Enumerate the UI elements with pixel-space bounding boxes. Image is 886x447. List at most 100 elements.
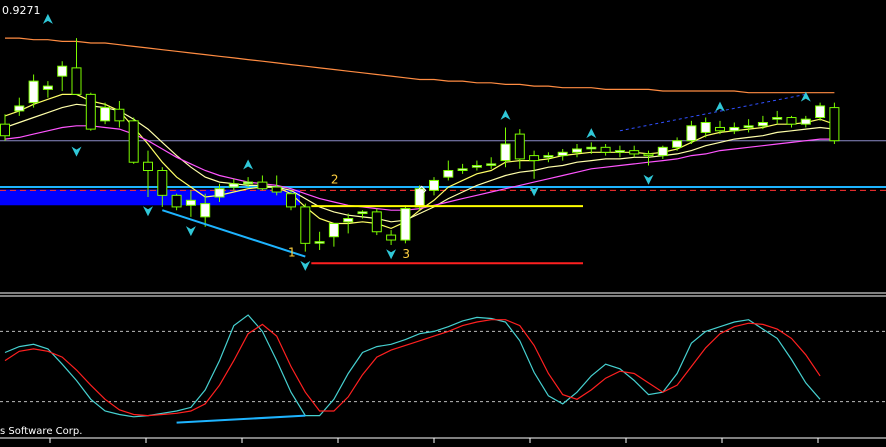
- candle: [643, 150, 654, 166]
- candle-body: [614, 150, 625, 153]
- candle: [14, 97, 25, 116]
- candle-body: [500, 143, 511, 162]
- fractal-down-arrow: [300, 260, 311, 271]
- candle-body: [100, 107, 111, 122]
- candle-body: [228, 183, 239, 188]
- fractal-down-arrow: [71, 146, 82, 157]
- candle-body: [757, 121, 768, 127]
- candle-body: [715, 126, 725, 132]
- candle-body: [243, 181, 254, 185]
- candle: [657, 145, 668, 159]
- candle-body: [600, 146, 611, 153]
- candle: [471, 160, 482, 171]
- candle-body: [743, 125, 754, 128]
- candle-body: [286, 193, 296, 208]
- candle-body: [343, 218, 354, 223]
- candle-body: [400, 208, 411, 241]
- candle-body: [386, 234, 397, 241]
- fractal-up-arrow: [715, 101, 725, 112]
- price-divergence-line: [161, 209, 306, 258]
- candle-body: [28, 80, 39, 104]
- chart-annotations: 1 2 3: [42, 13, 811, 271]
- chart-frame: [0, 292, 886, 443]
- candle-body: [185, 199, 196, 206]
- candles: [0, 38, 840, 252]
- candle-body: [42, 85, 53, 90]
- candle: [800, 115, 811, 128]
- candle-body: [829, 107, 840, 142]
- candle-body: [200, 203, 211, 218]
- fractal-down-arrow: [643, 174, 654, 185]
- candle: [128, 117, 139, 164]
- candle: [114, 100, 125, 128]
- wave-label: 2: [331, 173, 339, 187]
- candle: [600, 144, 611, 156]
- candle: [514, 129, 525, 169]
- fractal-up-arrow: [500, 109, 511, 120]
- candle: [28, 74, 39, 108]
- candle-body: [572, 148, 582, 153]
- fractal-down-arrow: [185, 226, 196, 237]
- candle: [300, 203, 311, 252]
- chart-canvas: 1 2 3 0.9271 s Software Corp.: [0, 4, 886, 443]
- candle-body: [414, 188, 425, 208]
- candle-body: [71, 67, 82, 95]
- fractal-down-arrow: [143, 206, 153, 217]
- candle: [614, 145, 625, 158]
- candle-body: [257, 181, 268, 190]
- candle-body: [328, 222, 339, 238]
- candle: [71, 38, 82, 95]
- candle: [786, 115, 797, 128]
- candle-body: [543, 155, 554, 158]
- wave-label: 1: [288, 246, 296, 260]
- fractal-up-arrow: [42, 13, 53, 24]
- candle: [486, 157, 497, 169]
- candle-body: [514, 133, 525, 160]
- price-readout: 0.9271: [2, 4, 41, 17]
- candle-body: [643, 153, 654, 157]
- candle: [314, 231, 325, 250]
- candle: [171, 193, 182, 211]
- candle-body: [686, 125, 697, 142]
- candle-body: [85, 93, 96, 130]
- candle: [829, 102, 840, 145]
- candle-body: [157, 170, 168, 196]
- candle-body: [128, 120, 139, 163]
- candle: [815, 102, 826, 121]
- candle-body: [171, 194, 182, 208]
- stochastic-oscillator: [0, 314, 886, 424]
- candle-body: [0, 123, 10, 137]
- candle-body: [557, 151, 568, 157]
- candle-body: [672, 140, 683, 148]
- candle-body: [486, 163, 497, 166]
- candle-body: [529, 155, 540, 162]
- copyright-text: s Software Corp.: [0, 426, 82, 437]
- candle-body: [800, 118, 811, 125]
- wave-label: 3: [402, 247, 410, 261]
- candle: [286, 190, 296, 211]
- ma-long-line: [5, 37, 835, 94]
- candle-body: [429, 179, 439, 191]
- candle: [85, 92, 96, 131]
- candle: [429, 177, 439, 196]
- candle-body: [700, 121, 711, 133]
- candle-body: [586, 146, 597, 150]
- osc-divergence-line: [176, 414, 306, 424]
- candle: [0, 114, 10, 141]
- candle: [443, 160, 454, 181]
- candle: [386, 230, 397, 245]
- candle: [42, 81, 53, 98]
- candle-body: [271, 186, 282, 193]
- dashed-trend-line: [619, 93, 806, 132]
- candle: [729, 122, 740, 135]
- support-zone: [0, 189, 300, 206]
- candle-body: [214, 188, 225, 198]
- candle-body: [371, 211, 382, 233]
- candle-body: [357, 211, 368, 215]
- candle: [500, 127, 511, 168]
- candle-body: [57, 65, 68, 77]
- candle: [457, 163, 468, 174]
- candle-body: [786, 117, 797, 125]
- fractal-up-arrow: [586, 128, 597, 139]
- candle: [228, 178, 239, 191]
